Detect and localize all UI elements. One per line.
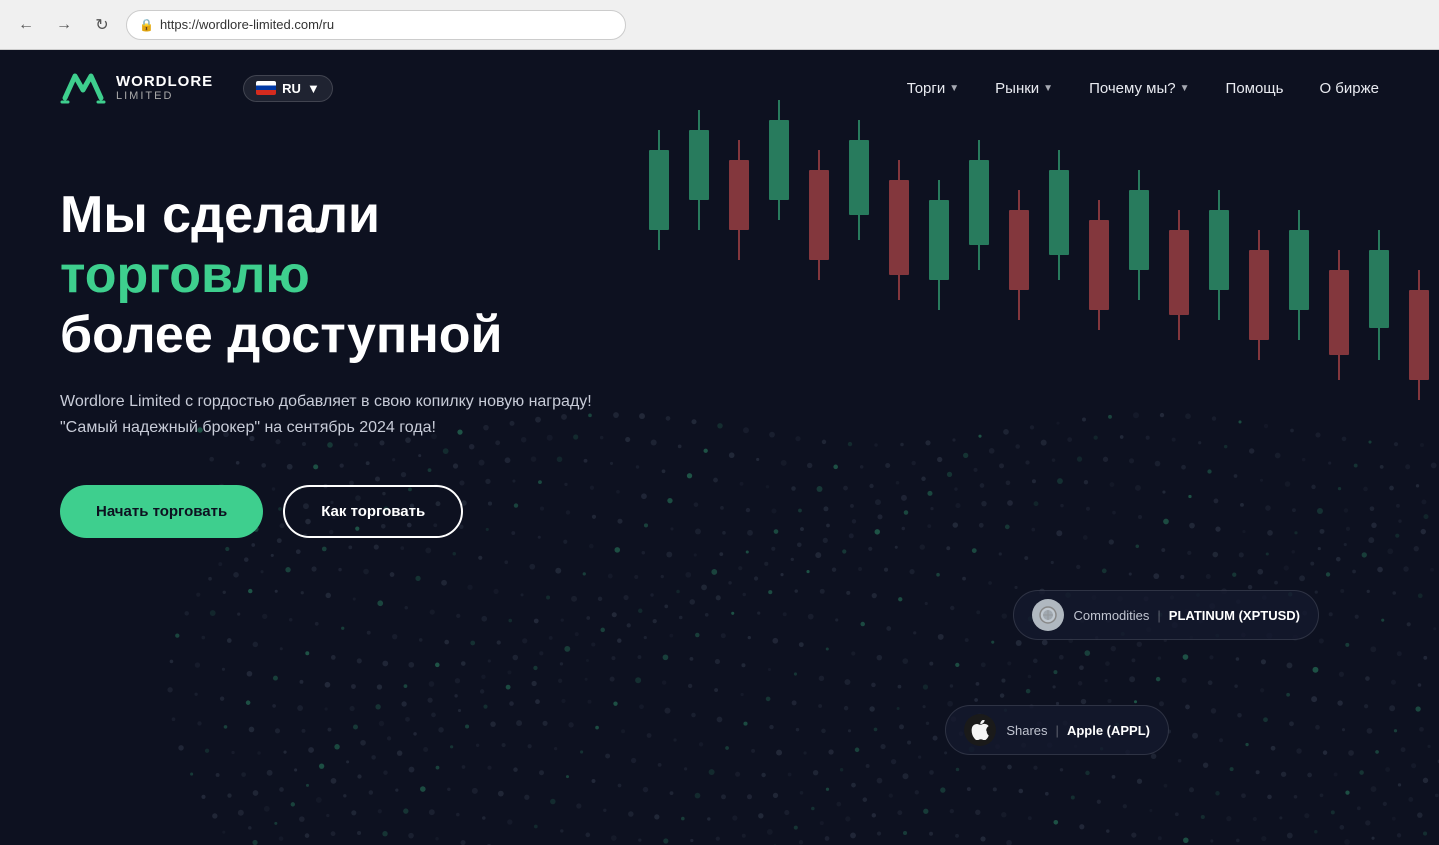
site-wrapper: // Will generate dots via the main scrip… [0, 50, 1439, 845]
badge-separator-1: | [1157, 608, 1160, 623]
hero-subtitle: Wordlore Limited с гордостью добавляет в… [60, 389, 640, 440]
browser-chrome: ← → ↻ 🔒 https://wordlore-limited.com/ru [0, 0, 1439, 50]
hero-title-part1: Мы сделали [60, 186, 380, 244]
platinum-icon [1032, 599, 1064, 631]
forward-button[interactable]: → [50, 11, 78, 39]
hero-title-accent: торговлю [60, 246, 310, 304]
start-trading-button[interactable]: Начать торговать [60, 485, 263, 538]
refresh-button[interactable]: ↻ [88, 11, 116, 39]
shares-badge[interactable]: Shares | Apple (APPL) [945, 705, 1169, 755]
logo-icon [60, 68, 106, 108]
logo-limited: LIMITED [116, 90, 213, 102]
lock-icon: 🔒 [139, 18, 154, 32]
platinum-name: PLATINUM (XPTUSD) [1169, 608, 1300, 623]
shares-badge-text: Shares | Apple (APPL) [1006, 723, 1150, 738]
hero-section: Мы сделали торговлю более доступной Word… [0, 126, 700, 538]
chevron-down-icon: ▼ [1043, 83, 1053, 94]
how-to-trade-button[interactable]: Как торговать [283, 485, 463, 538]
commodities-badge[interactable]: Commodities | PLATINUM (XPTUSD) [1013, 590, 1319, 640]
nav-link-o-birzhe[interactable]: О бирже [1319, 80, 1379, 97]
badge-separator-2: | [1056, 723, 1059, 738]
back-button[interactable]: ← [12, 11, 40, 39]
logo-wordlore: WORDLORE [116, 74, 213, 91]
logo[interactable]: WORDLORE LIMITED [60, 68, 213, 108]
chevron-down-icon: ▼ [949, 83, 959, 94]
url-text: https://wordlore-limited.com/ru [160, 17, 334, 32]
apple-name: Apple (APPL) [1067, 723, 1150, 738]
lang-code: RU [282, 81, 301, 96]
nav-link-pomosh[interactable]: Помощь [1226, 80, 1284, 97]
hero-title: Мы сделали торговлю более доступной [60, 186, 640, 365]
navbar: WORDLORE LIMITED RU ▼ Торги ▼ Рынки ▼ По… [0, 50, 1439, 126]
logo-text: WORDLORE LIMITED [116, 74, 213, 103]
nav-link-rynki[interactable]: Рынки ▼ [995, 80, 1053, 97]
hero-buttons: Начать торговать Как торговать [60, 485, 640, 538]
address-bar[interactable]: 🔒 https://wordlore-limited.com/ru [126, 10, 626, 40]
lang-selector[interactable]: RU ▼ [243, 75, 333, 102]
nav-links: Торги ▼ Рынки ▼ Почему мы? ▼ Помощь О би… [907, 80, 1379, 97]
nav-link-torgi[interactable]: Торги ▼ [907, 80, 959, 97]
hero-title-part2: более доступной [60, 306, 502, 364]
lang-chevron-icon: ▼ [307, 81, 320, 96]
chevron-down-icon: ▼ [1180, 83, 1190, 94]
apple-icon [964, 714, 996, 746]
shares-label: Shares [1006, 723, 1047, 738]
commodities-badge-text: Commodities | PLATINUM (XPTUSD) [1074, 608, 1300, 623]
russian-flag-icon [256, 81, 276, 95]
nav-link-pochemu[interactable]: Почему мы? ▼ [1089, 80, 1189, 97]
commodities-label: Commodities [1074, 608, 1150, 623]
